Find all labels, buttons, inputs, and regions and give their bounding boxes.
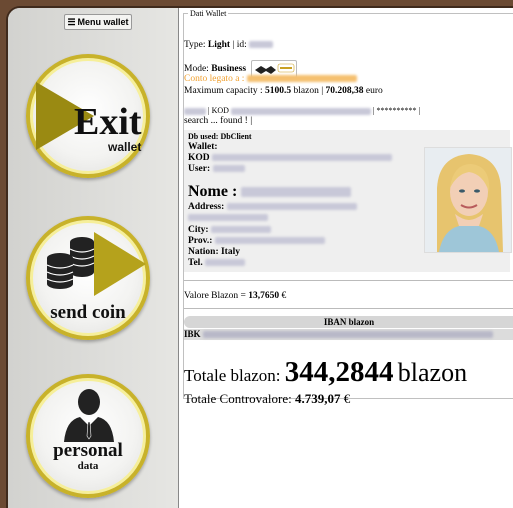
divider bbox=[184, 308, 513, 309]
ibk-label: IBK bbox=[184, 329, 201, 339]
capacity-line: Maximum capacity : 5100.5 blazon | 70.20… bbox=[184, 86, 383, 96]
valore-unit: € bbox=[281, 291, 287, 301]
sidebar: ☰ Menu wallet Exit wallet send coin pers… bbox=[8, 8, 178, 508]
totale-value: 344,2844 bbox=[284, 356, 394, 388]
search-status: search ... found ! | bbox=[184, 116, 253, 126]
valore-line: Valore Blazon = 13,7650 € bbox=[184, 291, 286, 301]
db-used-label: Db used: DbClient bbox=[188, 132, 252, 141]
dati-wallet-legend: Dati Wallet bbox=[190, 9, 227, 18]
redacted-address bbox=[226, 203, 357, 211]
capacity-unit: euro bbox=[365, 86, 383, 96]
exit-label: Exit bbox=[74, 101, 142, 143]
tel-row: Tel. bbox=[188, 258, 246, 268]
prov-label: Prov.: bbox=[188, 236, 213, 246]
capacity-sep: blazon | bbox=[293, 86, 324, 96]
nome-row: Nome : bbox=[188, 183, 352, 201]
mode-value: Business bbox=[211, 64, 247, 75]
conto-line: Conto legato a : bbox=[184, 74, 357, 84]
app-panel: ☰ Menu wallet Exit wallet send coin pers… bbox=[6, 6, 513, 508]
type-value: Light bbox=[207, 40, 231, 50]
redacted-kod bbox=[230, 107, 371, 115]
capacity-label: Maximum capacity : bbox=[184, 86, 263, 96]
wallet-panel: Dati Wallet Type: Light | id: Mode: Busi… bbox=[178, 8, 513, 508]
contro-label: Totale Controvalore: bbox=[184, 391, 292, 406]
address-label: Address: bbox=[188, 202, 225, 212]
address-row: Address: bbox=[188, 202, 357, 212]
city-label: City: bbox=[188, 225, 209, 235]
redacted-address2 bbox=[188, 214, 268, 222]
type-line: Type: Light | id: bbox=[184, 40, 274, 50]
nome-label: Nome : bbox=[188, 183, 238, 200]
contro-value: 4.739,07 bbox=[295, 391, 341, 406]
prov-row: Prov.: bbox=[188, 236, 325, 246]
redacted-prov bbox=[214, 237, 325, 245]
totale-unit: blazon bbox=[397, 358, 468, 387]
mode-label: Mode: bbox=[184, 64, 209, 75]
menu-wallet-button[interactable]: ☰ Menu wallet bbox=[64, 14, 132, 30]
personal-data-button[interactable]: personal data bbox=[26, 374, 150, 498]
user-row: User: bbox=[188, 164, 245, 174]
id-label: | id: bbox=[232, 40, 247, 50]
redacted-user bbox=[212, 165, 245, 173]
menu-wallet-label: Menu wallet bbox=[77, 17, 129, 27]
totale-label: Totale blazon: bbox=[184, 366, 281, 385]
arrow-right-icon bbox=[94, 232, 146, 296]
valore-value: 13,7650 bbox=[248, 291, 280, 301]
personal-label: personal bbox=[53, 440, 123, 461]
redacted-tel bbox=[205, 259, 246, 267]
redacted-name bbox=[241, 187, 352, 198]
app-frame: ☰ Menu wallet Exit wallet send coin pers… bbox=[0, 0, 513, 508]
city-row: City: bbox=[188, 225, 271, 235]
kod-row: KOD bbox=[188, 153, 393, 163]
nation-row: Nation: Italy bbox=[188, 247, 240, 257]
kod-line: | KOD | ********** | bbox=[184, 106, 420, 115]
address-line2 bbox=[188, 213, 268, 223]
kod-prefix: | KOD bbox=[208, 106, 229, 115]
ibk-row: IBK bbox=[184, 329, 513, 340]
contro-unit: € bbox=[343, 391, 351, 406]
totale-blazon-line: Totale blazon: 344,2844 blazon bbox=[184, 356, 467, 389]
client-info-box: Db used: DbClient Wallet: KOD User: Nome… bbox=[184, 130, 512, 272]
kod-label: KOD bbox=[188, 153, 210, 163]
tel-label: Tel. bbox=[188, 258, 203, 268]
wallet-label: Wallet: bbox=[188, 142, 218, 152]
redacted-kod-value bbox=[212, 154, 393, 162]
redacted-city bbox=[210, 226, 271, 234]
client-photo bbox=[424, 147, 512, 253]
type-label: Type: bbox=[184, 40, 206, 50]
user-icon bbox=[64, 389, 114, 442]
user-label: User: bbox=[188, 164, 211, 174]
controvalore-line: Totale Controvalore: 4.739,07 € bbox=[184, 391, 350, 407]
kod-mask: | ********** | bbox=[372, 106, 421, 115]
exit-wallet-button[interactable]: Exit wallet bbox=[26, 54, 150, 178]
redacted-ibk bbox=[202, 331, 493, 339]
redacted-prefix bbox=[184, 107, 206, 115]
personal-sub-label: data bbox=[77, 460, 99, 472]
redacted-id bbox=[249, 41, 274, 49]
redacted-conto bbox=[246, 75, 357, 83]
capacity-blazon: 5100.5 bbox=[265, 86, 292, 96]
send-coin-button[interactable]: send coin bbox=[26, 216, 150, 340]
conto-label: Conto legato a : bbox=[184, 74, 245, 84]
divider bbox=[184, 280, 513, 281]
exit-sub-label: wallet bbox=[108, 140, 142, 154]
list-icon: ☰ bbox=[67, 17, 76, 27]
iban-header: IBAN blazon bbox=[184, 316, 513, 328]
capacity-euro: 70.208,38 bbox=[325, 86, 364, 96]
send-coin-label: send coin bbox=[50, 302, 126, 323]
valore-label: Valore Blazon = bbox=[184, 291, 246, 301]
